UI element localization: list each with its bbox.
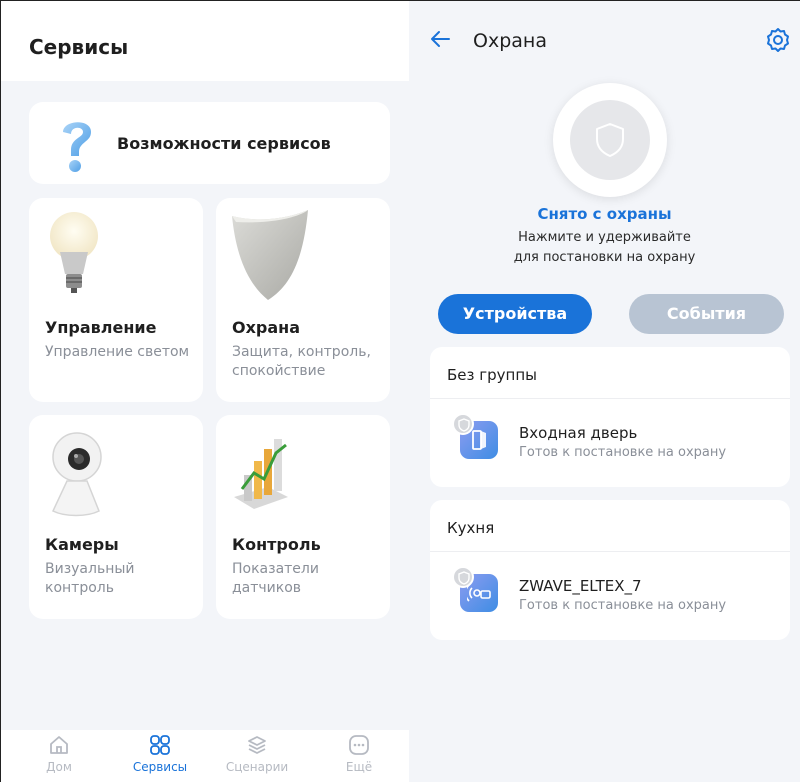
nav-item-home[interactable]: Дом: [14, 734, 104, 774]
layers-icon: [248, 736, 266, 754]
bottom-navigation: Дом Сервисы Сценарии Ещё: [1, 730, 409, 782]
nav-label: Ещё: [345, 760, 373, 774]
more-icon: [349, 735, 369, 755]
page-title: Сервисы: [29, 35, 129, 59]
service-tile-title: Камеры: [45, 535, 119, 554]
security-badge: [452, 566, 474, 588]
light-bulb-icon: [50, 212, 98, 293]
nav-label: Сервисы: [132, 760, 188, 774]
service-tile-cameras[interactable]: Камеры Визуальный контроль: [29, 415, 203, 619]
service-tile-desc: Показатели датчиков: [232, 561, 319, 596]
services-panel: Сервисы Возможности сервисов Управление …: [1, 1, 409, 782]
device-group: Без группы Входная дверь Готов к постано…: [430, 347, 790, 487]
nav-item-more[interactable]: Ещё: [314, 734, 404, 774]
device-name[interactable]: ZWAVE_ELTEX_7: [519, 577, 642, 595]
service-tile-security[interactable]: Охрана Защита, контроль, спокойствие: [216, 198, 390, 402]
camera-icon: [52, 432, 102, 517]
bar-chart-icon: [234, 439, 288, 509]
page-title: Охрана: [473, 30, 547, 52]
service-tile-desc: Защита, контроль, спокойствие: [232, 344, 371, 379]
device-icon-wrap: [452, 413, 498, 459]
security-badge: [452, 413, 474, 435]
service-tile-title: Охрана: [232, 318, 301, 337]
services-header: Сервисы: [1, 1, 409, 81]
device-name[interactable]: Входная дверь: [519, 424, 637, 442]
service-features-card[interactable]: Возможности сервисов: [29, 102, 390, 184]
tab-events[interactable]: События: [629, 294, 784, 334]
gear-icon[interactable]: [765, 27, 791, 53]
group-title: Кухня: [447, 519, 495, 537]
service-tile-desc: Управление светом: [45, 344, 190, 360]
device-state: Готов к постановке на охрану: [519, 445, 727, 460]
service-tile-monitoring[interactable]: Контроль Показатели датчиков: [216, 415, 390, 619]
group-title: Без группы: [447, 366, 537, 384]
service-tile-title: Управление: [45, 318, 157, 337]
security-header: Охрана: [409, 1, 800, 71]
tab-devices[interactable]: Устройства: [438, 294, 592, 334]
shield-badge-icon: [458, 571, 470, 585]
security-panel: Охрана Снято с охраны Нажмите и удержива…: [409, 1, 800, 782]
question-mark-icon: [63, 122, 91, 172]
device-icon-wrap: [452, 566, 498, 612]
shield-icon: [232, 210, 308, 300]
arm-toggle-button[interactable]: [553, 83, 667, 197]
shield-badge-icon: [458, 418, 470, 432]
nav-label: Сценарии: [225, 760, 289, 774]
arm-toggle-inner: [570, 100, 650, 180]
service-tile-desc: Визуальный контроль: [45, 561, 135, 596]
nav-item-scenarios[interactable]: Сценарии: [212, 734, 302, 774]
home-icon: [50, 736, 68, 754]
security-status: Снято с охраны: [537, 205, 672, 223]
divider: [430, 398, 790, 399]
service-tile-title: Контроль: [232, 535, 321, 554]
hint-line: Нажмите и удерживайте: [518, 230, 691, 245]
service-tile-lighting[interactable]: Управление Управление светом: [29, 198, 203, 402]
device-group: Кухня ZWAVE_ELTEX_7 Готов к постановке н…: [430, 500, 790, 640]
device-state: Готов к постановке на охрану: [519, 598, 727, 613]
divider: [430, 551, 790, 552]
security-hint: Нажмите и удерживайте для постановки на …: [409, 228, 800, 268]
nav-item-services[interactable]: Сервисы: [115, 734, 205, 774]
shield-outline-icon: [596, 123, 624, 157]
back-arrow-icon[interactable]: [429, 29, 451, 49]
nav-label: Дом: [46, 760, 72, 774]
service-features-label: Возможности сервисов: [117, 134, 331, 153]
grid-icon: [150, 735, 170, 755]
hint-line: для постановки на охрану: [513, 250, 696, 265]
